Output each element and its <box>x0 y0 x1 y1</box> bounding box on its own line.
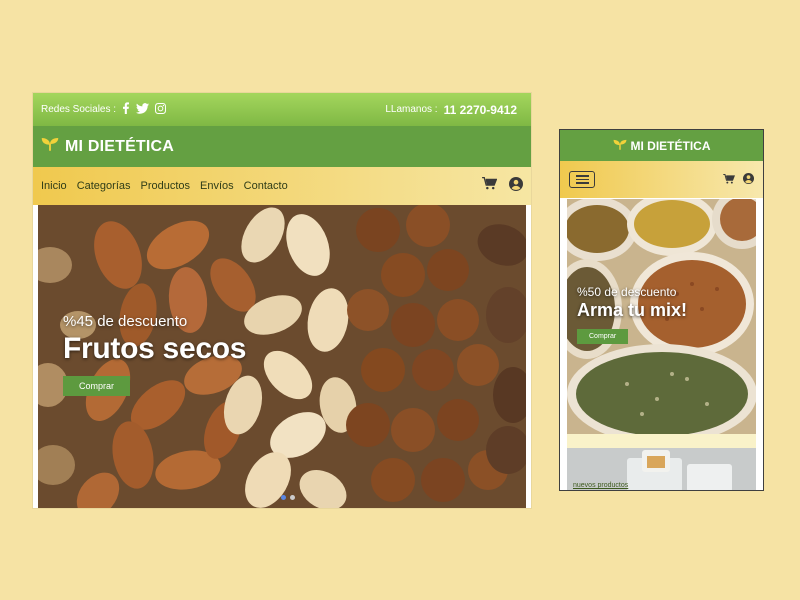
call-label: LLamanos : <box>385 104 438 115</box>
social-links: Redes Sociales : <box>41 102 167 117</box>
phone-number[interactable]: 11 2270-9412 <box>444 103 517 117</box>
brand-name[interactable]: MI DIETÉTICA <box>65 138 174 156</box>
cart-icon[interactable] <box>482 176 498 195</box>
carousel-dot-1[interactable] <box>281 495 286 500</box>
mobile-buy-button[interactable]: Comprar <box>577 329 629 344</box>
nav-item-categorias[interactable]: Categorías <box>77 180 131 192</box>
sprout-icon <box>41 137 59 156</box>
mobile-nav <box>560 161 763 198</box>
user-icon[interactable] <box>743 171 754 189</box>
desktop-mockup: Redes Sociales : LLamanos : 11 2270-9412… <box>33 93 531 508</box>
nav-item-inicio[interactable]: Inicio <box>41 180 67 192</box>
mobile-hero-carousel[interactable]: %50 de descuento Arma tu mix! Comprar <box>567 199 756 434</box>
buy-button[interactable]: Comprar <box>63 376 131 396</box>
top-bar: Redes Sociales : LLamanos : 11 2270-9412 <box>33 93 531 126</box>
hero-discount: %45 de descuento <box>63 313 188 330</box>
call-info: LLamanos : 11 2270-9412 <box>385 103 517 117</box>
hero-title: Frutos secos <box>63 332 247 365</box>
nav-item-contacto[interactable]: Contacto <box>244 180 288 192</box>
hero-caption: %45 de descuento Frutos secos Comprar <box>63 313 246 396</box>
mobile-brand-name[interactable]: MI DIETÉTICA <box>631 139 711 153</box>
twitter-icon[interactable] <box>136 102 150 117</box>
carousel-indicators <box>281 495 295 500</box>
mobile-brand-bar: MI DIETÉTICA <box>560 130 763 161</box>
sprout-icon <box>613 139 627 153</box>
mobile-hero-discount: %50 de descuento <box>577 285 677 299</box>
cart-icon[interactable] <box>723 171 736 189</box>
main-nav: Inicio Categorías Productos Envíos Conta… <box>33 167 531 205</box>
brand-bar: MI DIETÉTICA <box>33 126 531 167</box>
nav-links: Inicio Categorías Productos Envíos Conta… <box>41 180 288 192</box>
menu-icon[interactable] <box>569 171 595 188</box>
mobile-nav-icons <box>723 171 754 189</box>
mobile-divider-strip <box>567 434 756 448</box>
facebook-icon[interactable] <box>122 102 130 117</box>
user-icon[interactable] <box>509 176 523 196</box>
carousel-dot-2[interactable] <box>290 495 295 500</box>
nav-item-productos[interactable]: Productos <box>141 180 191 192</box>
instagram-icon[interactable] <box>155 102 167 117</box>
mobile-mockup: MI DIETÉTICA %50 de descuento Arma tu mi… <box>559 129 764 491</box>
nav-icons <box>482 176 523 196</box>
hero-carousel[interactable]: %45 de descuento Frutos secos Comprar <box>38 205 526 508</box>
new-products-link[interactable]: nuevos productos <box>573 482 628 489</box>
nav-item-envios[interactable]: Envíos <box>200 180 234 192</box>
mobile-hero-caption: %50 de descuento Arma tu mix! Comprar <box>577 285 687 344</box>
social-label: Redes Sociales : <box>41 104 117 115</box>
mobile-hero-title: Arma tu mix! <box>577 300 688 320</box>
mobile-new-products[interactable]: nuevos productos <box>567 448 756 490</box>
